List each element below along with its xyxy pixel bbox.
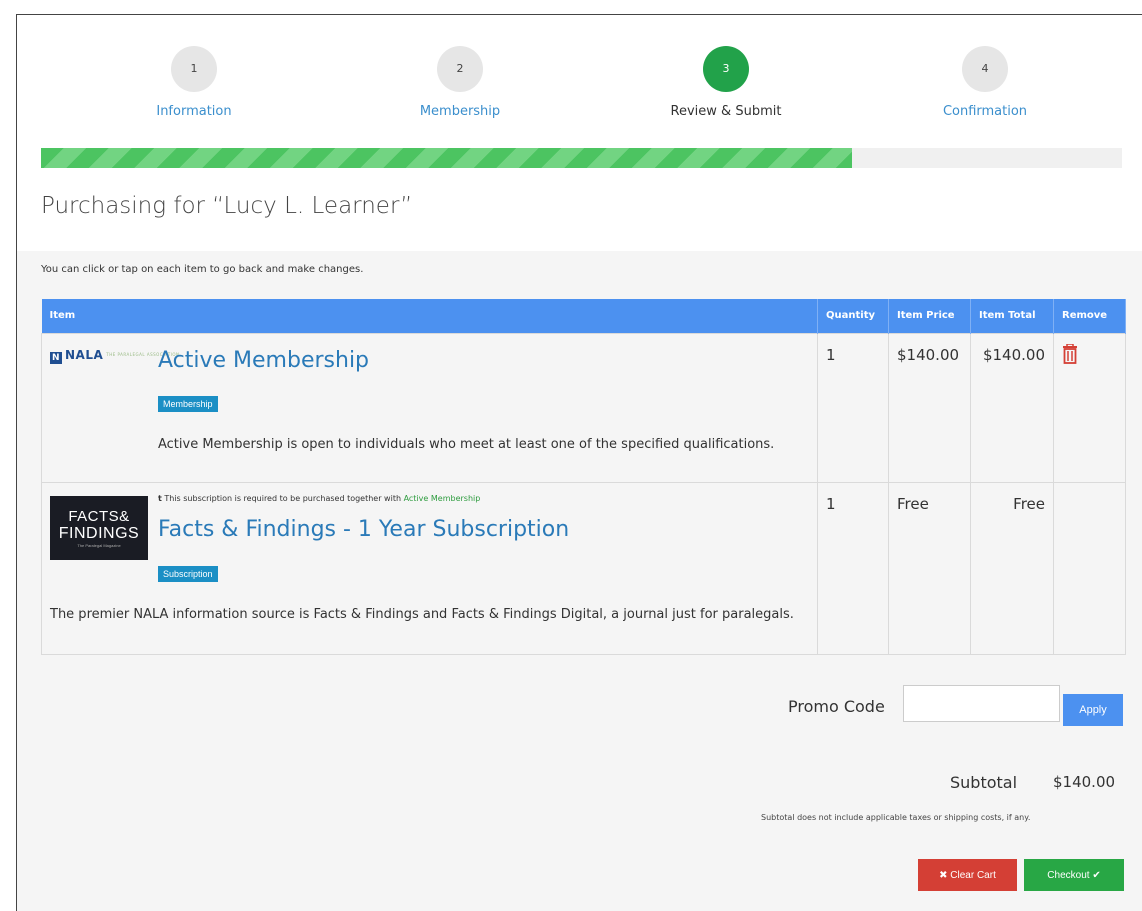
required-note: t This subscription is required to be pu… bbox=[158, 493, 481, 503]
step-confirmation: 4 Confirmation bbox=[885, 46, 1085, 119]
item-quantity: 1 bbox=[817, 332, 889, 483]
item-title[interactable]: Facts & Findings - 1 Year Subscription bbox=[158, 517, 569, 542]
table-row[interactable]: FACTS& FINDINGS The Paralegal Magazine t… bbox=[41, 481, 1126, 655]
item-total: $140.00 bbox=[970, 332, 1054, 483]
apply-promo-button[interactable]: Apply bbox=[1063, 694, 1123, 726]
page-title: Purchasing for “Lucy L. Learner” bbox=[41, 193, 413, 219]
table-header-row: Item Quantity Item Price Item Total Remo… bbox=[41, 299, 1126, 333]
item-total: Free bbox=[970, 481, 1054, 655]
item-description: The premier NALA information source is F… bbox=[50, 606, 794, 622]
edit-hint: You can click or tap on each item to go … bbox=[41, 264, 364, 275]
item-price: Free bbox=[888, 481, 971, 655]
step-review-submit: 3 Review & Submit bbox=[626, 46, 826, 119]
step-label: Confirmation bbox=[942, 104, 1028, 119]
required-item-link[interactable]: Active Membership bbox=[404, 494, 481, 503]
item-price: $140.00 bbox=[888, 332, 971, 483]
progress-bar-fill bbox=[41, 148, 852, 168]
progress-stepper: 1 Information 2 Membership 3 Review & Su… bbox=[17, 15, 1142, 145]
remove-cell bbox=[1053, 332, 1126, 483]
subtotal-label: Subtotal bbox=[950, 773, 1018, 792]
subtotal-note: Subtotal does not include applicable tax… bbox=[761, 813, 1031, 822]
category-badge: Subscription bbox=[158, 563, 218, 582]
table-row[interactable]: N NALA THE PARALEGAL ASSOCIATION Active Me… bbox=[41, 332, 1126, 483]
item-quantity: 1 bbox=[817, 481, 889, 655]
promo-code-label: Promo Code bbox=[788, 697, 885, 716]
column-header-remove: Remove bbox=[1053, 299, 1126, 333]
category-badge: Membership bbox=[158, 393, 218, 412]
column-header-item: Item bbox=[41, 299, 818, 333]
step-label: Information bbox=[156, 104, 232, 119]
trash-icon[interactable] bbox=[1062, 342, 1078, 364]
clear-cart-button[interactable]: ✖ Clear Cart bbox=[918, 859, 1017, 891]
step-number: 2 bbox=[437, 46, 483, 92]
promo-code-input[interactable] bbox=[903, 685, 1060, 722]
facts-findings-logo: FACTS& FINDINGS The Paralegal Magazine bbox=[50, 495, 148, 560]
column-header-quantity: Quantity bbox=[817, 299, 889, 333]
item-title[interactable]: Active Membership bbox=[158, 348, 369, 373]
step-number: 3 bbox=[703, 46, 749, 92]
step-information[interactable]: 1 Information bbox=[94, 46, 294, 119]
checkout-button[interactable]: Checkout ✔ bbox=[1024, 859, 1124, 891]
step-label: Review & Submit bbox=[670, 104, 782, 119]
column-header-item-total: Item Total bbox=[970, 299, 1054, 333]
item-cell[interactable]: N NALA THE PARALEGAL ASSOCIATION Active Me… bbox=[41, 332, 818, 483]
step-label: Membership bbox=[419, 104, 501, 119]
remove-cell bbox=[1053, 481, 1126, 655]
item-description: Active Membership is open to individuals… bbox=[158, 436, 775, 452]
step-number: 1 bbox=[171, 46, 217, 92]
cart-table: Item Quantity Item Price Item Total Remo… bbox=[41, 299, 1126, 655]
step-membership[interactable]: 2 Membership bbox=[360, 46, 560, 119]
checkout-panel: 1 Information 2 Membership 3 Review & Su… bbox=[16, 14, 1142, 911]
step-number: 4 bbox=[962, 46, 1008, 92]
item-cell[interactable]: FACTS& FINDINGS The Paralegal Magazine t… bbox=[41, 481, 818, 655]
subtotal-value: $140.00 bbox=[1053, 773, 1116, 791]
progress-bar bbox=[41, 148, 1122, 168]
column-header-item-price: Item Price bbox=[888, 299, 971, 333]
